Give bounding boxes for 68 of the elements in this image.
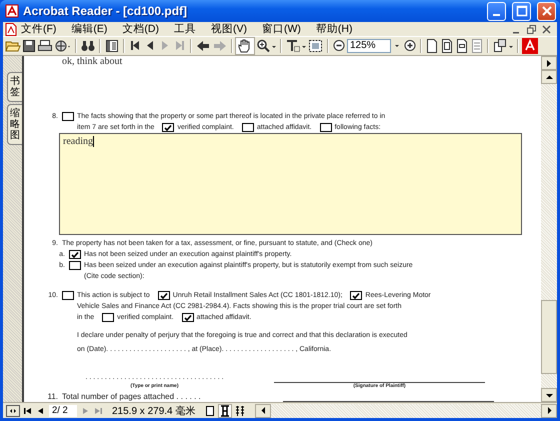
scroll-left-button[interactable] [255,404,272,418]
back-arrow-icon[interactable] [195,38,211,54]
minimize-icon [492,14,500,16]
checkbox[interactable] [320,123,332,132]
checkbox[interactable] [62,112,74,121]
checkbox[interactable] [102,313,114,322]
print-icon[interactable] [37,38,53,54]
close-icon [542,6,552,16]
minimize-button[interactable] [487,2,506,20]
checkbox[interactable] [69,261,81,270]
menu-item[interactable]: 文件(F) [17,22,60,36]
snapshot-icon[interactable] [308,38,324,54]
menu-item[interactable]: 编辑(E) [67,22,112,36]
rotate-page-icon[interactable] [492,38,514,54]
maximize-icon [516,6,527,16]
checkbox[interactable] [162,123,174,132]
body-text: ok, think about [62,56,122,67]
hand-icon[interactable] [236,38,254,54]
binoculars-icon[interactable] [80,38,96,54]
scroll-button[interactable] [541,56,557,70]
sidebar-tab[interactable]: 缩略图 [7,104,22,145]
menu-item[interactable]: 帮助(H) [312,22,356,36]
app-icon [5,4,19,18]
page-icon[interactable] [440,38,454,54]
right-arrow-icon [546,407,552,414]
page-icon[interactable] [455,38,469,54]
window-title: Acrobat Reader - [cd100.pdf] [23,4,188,18]
sidebar-tab[interactable]: 书签 [7,72,22,102]
scroll-down-button[interactable] [541,388,557,402]
page-icon[interactable] [425,38,439,54]
up-arrow-icon [546,74,552,80]
text-field[interactable]: reading [59,133,522,235]
zoom-field[interactable]: 125% [347,39,391,53]
adobe-logo-icon[interactable] [522,38,538,54]
left-arrow-icon [260,407,266,414]
scroll-right-button[interactable] [541,404,557,418]
page-size-text: 215.9 x 279.4 毫米 [112,404,196,418]
scroll-thumb[interactable] [541,300,557,374]
save-icon[interactable] [22,38,36,54]
checkbox[interactable] [242,123,254,132]
menu-item[interactable]: 视图(V) [207,22,251,36]
checkbox[interactable] [62,291,74,300]
close-icon[interactable] [542,24,551,34]
menu-item[interactable]: 文档(D) [118,22,163,36]
checkbox[interactable] [350,291,362,300]
previous-page-icon[interactable] [36,406,46,416]
page-number-field[interactable]: 2/ 2 [49,404,77,416]
pane-toggle-icon[interactable] [6,404,20,416]
single-page-icon[interactable] [204,404,216,416]
zoom-in-icon[interactable] [403,38,417,54]
close-button[interactable] [537,2,556,20]
text-select-icon[interactable] [285,38,307,54]
first-page-icon[interactable] [23,406,33,416]
right-arrow-icon [546,60,552,66]
item-number: 11. [46,392,58,401]
checkbox[interactable] [158,291,170,300]
restore-icon[interactable] [527,24,536,34]
panel-icon[interactable] [104,38,120,54]
checkbox[interactable] [69,250,81,259]
menu-item[interactable]: 窗口(W) [258,22,305,36]
checkbox[interactable] [182,313,194,322]
maximize-button[interactable] [512,2,531,20]
zoom-icon[interactable] [255,38,277,54]
form-text: Total number of pages attached . . . . . . [62,392,201,401]
zoom-out-icon[interactable] [332,38,346,54]
menu-item[interactable]: 工具 [170,22,200,36]
scroll-up-button[interactable] [541,70,557,84]
down-arrow-icon [546,392,552,398]
